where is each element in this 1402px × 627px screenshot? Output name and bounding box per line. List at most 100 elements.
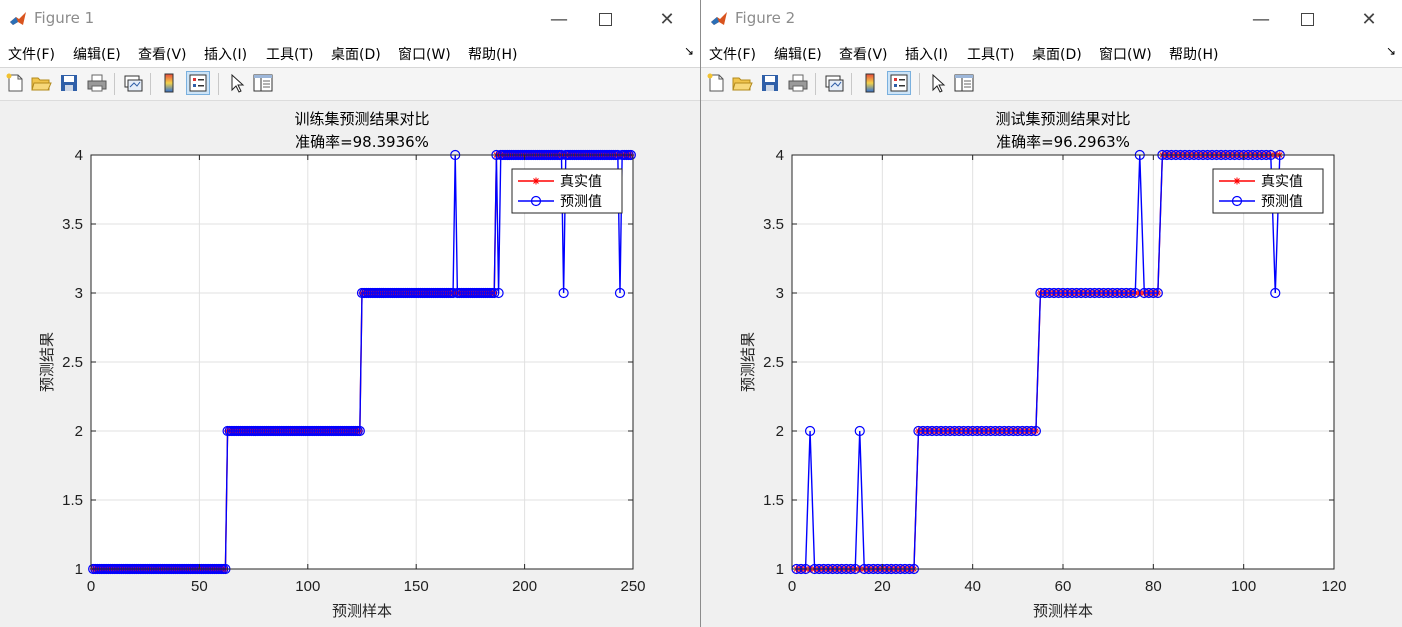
pointer-icon: [231, 73, 245, 93]
property-inspector-button[interactable]: [953, 72, 975, 94]
open-file-button[interactable]: [731, 72, 753, 94]
window-title: Figure 1: [34, 9, 95, 27]
figure-window-2: Figure 2 — ✕ 文件(F) 编辑(E) 查看(V) 插入(I) 工具(…: [701, 0, 1402, 627]
y-tick-label: 1.5: [763, 492, 784, 509]
print-button[interactable]: [86, 72, 108, 94]
close-icon: ✕: [659, 8, 675, 30]
minimize-button[interactable]: —: [1238, 4, 1284, 34]
save-button[interactable]: [58, 72, 80, 94]
new-figure-icon: [707, 73, 724, 92]
save-icon: [61, 75, 77, 91]
edit-plot-button[interactable]: [226, 72, 248, 94]
menu-tools[interactable]: 工具(T): [967, 44, 1014, 64]
legend: 真实值预测值: [511, 168, 623, 214]
y-tick-label: 3: [75, 285, 83, 302]
edit-plot-button[interactable]: [927, 72, 949, 94]
menu-window[interactable]: 窗口(W): [398, 44, 451, 64]
legend-label-predicted: 预测值: [560, 194, 602, 210]
y-tick-label: 2.5: [763, 354, 784, 371]
link-plot-button[interactable]: [122, 72, 144, 94]
y-tick-label: 3: [776, 285, 784, 302]
link-plot-icon: [825, 75, 844, 92]
menu-dock-arrow-icon[interactable]: ↘: [1386, 44, 1396, 58]
toolbar-separator: [851, 73, 852, 95]
new-figure-icon: [6, 73, 23, 92]
close-button[interactable]: ✕: [644, 4, 690, 34]
figure-window-1: Figure 1 — ✕ 文件(F) 编辑(E) 查看(V) 插入(I) 工具(…: [0, 0, 700, 627]
menu-view[interactable]: 查看(V): [138, 44, 187, 64]
figure-toolbar: [701, 68, 1402, 101]
y-tick-label: 4: [776, 147, 784, 164]
x-tick-label: 250: [620, 578, 645, 595]
legend-icon: [890, 74, 908, 92]
colorbar-button[interactable]: [158, 72, 180, 94]
link-plot-button[interactable]: [823, 72, 845, 94]
menu-bar: 文件(F) 编辑(E) 查看(V) 插入(I) 工具(T) 桌面(D) 窗口(W…: [0, 38, 700, 68]
close-icon: ✕: [1361, 8, 1377, 30]
matlab-logo-icon: [9, 10, 27, 28]
menu-insert[interactable]: 插入(I): [204, 44, 247, 64]
matlab-logo-icon: [710, 10, 728, 28]
x-tick-label: 50: [191, 578, 208, 595]
x-axis-label: 预测样本: [332, 602, 392, 620]
menu-window[interactable]: 窗口(W): [1099, 44, 1152, 64]
menu-help[interactable]: 帮助(H): [1169, 44, 1218, 64]
legend-icon: [189, 74, 207, 92]
print-button[interactable]: [787, 72, 809, 94]
menu-desktop[interactable]: 桌面(D): [331, 44, 381, 64]
menu-insert[interactable]: 插入(I): [905, 44, 948, 64]
x-tick-label: 0: [788, 578, 796, 595]
link-plot-icon: [124, 75, 143, 92]
maximize-icon: [1300, 12, 1314, 26]
menu-help[interactable]: 帮助(H): [468, 44, 517, 64]
colorbar-button[interactable]: [859, 72, 881, 94]
menu-view[interactable]: 查看(V): [839, 44, 888, 64]
chart-subtitle: 准确率=98.3936%: [295, 133, 429, 151]
colorbar-icon: [865, 73, 875, 93]
title-bar[interactable]: Figure 2 — ✕: [701, 0, 1402, 38]
legend-star-marker: [532, 177, 540, 185]
new-figure-button[interactable]: [4, 72, 26, 94]
open-file-icon: [732, 77, 753, 91]
window-title: Figure 2: [735, 9, 796, 27]
pointer-icon: [932, 73, 946, 93]
property-inspector-icon: [253, 74, 273, 92]
maximize-button[interactable]: [1284, 4, 1330, 34]
y-tick-label: 2: [75, 423, 83, 440]
close-button[interactable]: ✕: [1346, 4, 1392, 34]
print-icon: [87, 74, 107, 92]
menu-tools[interactable]: 工具(T): [266, 44, 313, 64]
chart-title: 测试集预测结果对比: [995, 110, 1130, 128]
maximize-icon: [598, 12, 612, 26]
toolbar-separator: [815, 73, 816, 95]
maximize-button[interactable]: [582, 4, 628, 34]
y-tick-label: 2.5: [62, 354, 83, 371]
toolbar-separator: [919, 73, 920, 95]
open-file-icon: [31, 77, 52, 91]
figure-canvas[interactable]: 0 20 40 60 80 100 120 1 1.5 2 2.5 3 3.5 4 测试集预测结果对比准确率…: [701, 101, 1402, 627]
print-icon: [788, 74, 808, 92]
menu-edit[interactable]: 编辑(E): [73, 44, 121, 64]
x-tick-label: 80: [1145, 578, 1162, 595]
new-figure-button[interactable]: [705, 72, 727, 94]
menu-dock-arrow-icon[interactable]: ↘: [684, 44, 694, 58]
legend-button[interactable]: [186, 71, 210, 95]
figure-canvas[interactable]: 0 50 100 150 200 250 1 1.5 2 2.5 3 3.5 4 训练集预测结果对比准确率…: [0, 101, 700, 627]
property-inspector-button[interactable]: [252, 72, 274, 94]
open-file-button[interactable]: [30, 72, 52, 94]
y-tick-label: 1: [75, 561, 83, 578]
title-bar[interactable]: Figure 1 — ✕: [0, 0, 700, 38]
minimize-icon: —: [1252, 8, 1270, 30]
y-tick-label: 4: [75, 147, 83, 164]
menu-file[interactable]: 文件(F): [8, 44, 55, 64]
toolbar-separator: [114, 73, 115, 95]
minimize-button[interactable]: —: [536, 4, 582, 34]
x-tick-label: 150: [404, 578, 429, 595]
save-button[interactable]: [759, 72, 781, 94]
menu-desktop[interactable]: 桌面(D): [1032, 44, 1082, 64]
legend-button[interactable]: [887, 71, 911, 95]
menu-edit[interactable]: 编辑(E): [774, 44, 822, 64]
y-tick-label: 3.5: [763, 216, 784, 233]
menu-file[interactable]: 文件(F): [709, 44, 756, 64]
legend-label-true: 真实值: [1261, 174, 1303, 190]
